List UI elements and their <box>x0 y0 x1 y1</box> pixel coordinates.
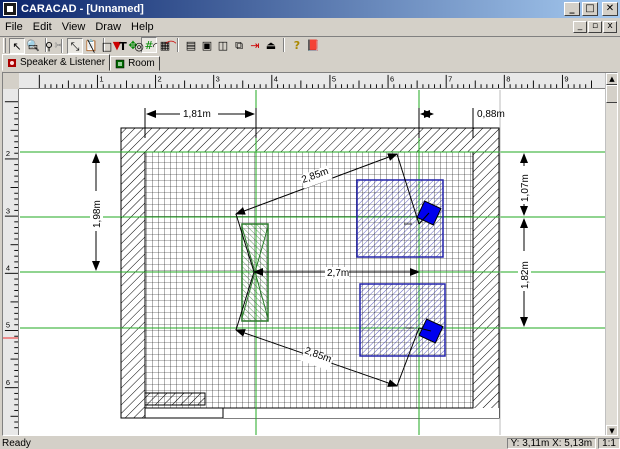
ruler-label: 9 <box>564 74 568 83</box>
title-bar: CARACAD - [Unnamed] _ □ ✕ <box>0 0 620 18</box>
dim-listener-width: 2,7m <box>327 268 349 279</box>
close-button[interactable]: ✕ <box>602 2 618 16</box>
speaker-area-top[interactable] <box>356 179 444 258</box>
menu-draw[interactable]: Draw <box>90 21 126 33</box>
rectangle-icon[interactable]: □ <box>99 38 115 54</box>
circle-icon[interactable]: ◎ <box>131 38 147 54</box>
text-icon[interactable]: T <box>115 38 131 54</box>
dim-listener-left-wall: 1,81m <box>183 109 211 120</box>
drawing-area[interactable]: 1 2 3 4 5 6 7 8 9 2 3 4 5 6 1,81m 0,88m 1,98m 1,07m … <box>2 72 618 436</box>
speaker-icon <box>8 58 16 67</box>
horizontal-ruler[interactable]: 1 2 3 4 5 6 7 8 9 <box>19 73 609 89</box>
ruler-label: 3 <box>6 206 10 215</box>
app-icon[interactable] <box>3 2 17 16</box>
ruler-label: 4 <box>274 74 278 83</box>
dimension-icon[interactable]: ⤡ <box>67 38 83 54</box>
document-minimize-button[interactable]: _ <box>573 21 587 33</box>
ruler-label: 4 <box>6 264 10 273</box>
zoom-icon[interactable]: ⚲ <box>41 38 57 54</box>
ruler-label: 7 <box>448 74 452 83</box>
dim-listener-depth: 1,98m <box>92 200 103 228</box>
ruler-label: 6 <box>6 378 10 387</box>
coordinate-readout: Y: 3,11m X: 5,13m <box>506 437 597 449</box>
speaker-area-bottom[interactable] <box>359 283 446 357</box>
scroll-down-button[interactable]: ▼ <box>606 425 617 435</box>
toolbar-grip[interactable] <box>3 39 6 53</box>
floor-plan-canvas[interactable]: 1,81m 0,88m 1,98m 1,07m 1,82m 2,85m 2,85… <box>20 90 608 436</box>
tab-room[interactable]: Room <box>110 56 160 71</box>
vertical-ruler[interactable]: 2 3 4 5 6 <box>3 89 19 436</box>
arc-icon[interactable]: ◜ <box>147 38 163 54</box>
menu-view[interactable]: View <box>57 21 91 33</box>
scroll-up-button[interactable]: ▲ <box>606 73 617 85</box>
curve-icon[interactable]: ⌒ <box>163 38 179 54</box>
menu-edit[interactable]: Edit <box>28 21 57 33</box>
document-close-button[interactable]: x <box>603 21 617 33</box>
ruler-label: 1 <box>99 74 103 83</box>
scale-readout: 1:1 <box>598 437 620 449</box>
tab-label: Room <box>128 58 155 69</box>
select-arrow-icon[interactable]: ↖ <box>9 38 25 54</box>
menu-help[interactable]: Help <box>126 21 159 33</box>
menu-bar: File Edit View Draw Help _ ▫ x <box>0 18 620 36</box>
menu-file[interactable]: File <box>0 21 28 33</box>
view-tabs: Speaker & Listener Room <box>2 54 160 71</box>
status-text: Ready <box>2 437 31 449</box>
line-icon[interactable]: ╲ <box>83 38 99 54</box>
ruler-label: 5 <box>332 74 336 83</box>
ruler-label: 2 <box>157 74 161 83</box>
window-title: CARACAD - [Unnamed] <box>21 3 144 15</box>
toolbar-separator <box>61 39 63 53</box>
ruler-label: 6 <box>390 74 394 83</box>
tools-toolbar-visible: ↖ ▭ ⚲ ⤡ ╲ □ T ◎ ◜ ⌒ <box>0 37 179 55</box>
vertical-scrollbar[interactable]: ▲ ▼ <box>605 73 617 435</box>
document-restore-button[interactable]: ▫ <box>588 21 602 33</box>
ruler-label: 2 <box>6 149 10 158</box>
dim-speaker-top-gap: 1,07m <box>520 174 531 202</box>
ruler-corner <box>3 73 19 89</box>
rectangle-select-icon[interactable]: ▭ <box>25 38 41 54</box>
tab-speaker-listener[interactable]: Speaker & Listener <box>2 54 111 71</box>
tab-label: Speaker & Listener <box>20 57 106 68</box>
room-icon <box>115 59 125 68</box>
status-bar: Ready Y: 3,11m X: 5,13m 1:1 <box>0 437 620 449</box>
maximize-button[interactable]: □ <box>582 2 598 16</box>
scroll-thumb[interactable] <box>606 85 617 103</box>
dim-speaker-right-wall: 0,88m <box>477 109 505 120</box>
ruler-label: 8 <box>506 74 510 83</box>
dim-speaker-spacing: 1,82m <box>520 261 531 289</box>
ruler-label: 3 <box>216 74 220 83</box>
minimize-button[interactable]: _ <box>564 2 580 16</box>
ruler-label: 5 <box>6 321 10 330</box>
